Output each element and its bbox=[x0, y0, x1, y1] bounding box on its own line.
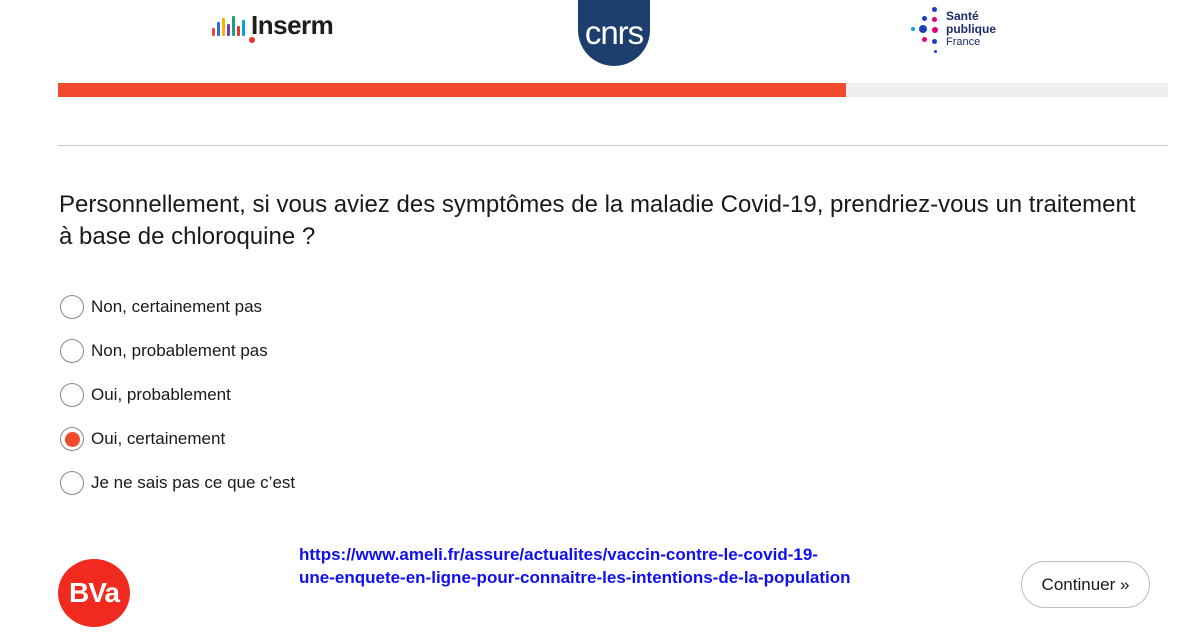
bva-logo: BVa bbox=[58, 559, 130, 627]
radio-button-selected[interactable] bbox=[60, 427, 84, 451]
cnrs-logo: cnrs bbox=[578, 0, 650, 66]
radio-button[interactable] bbox=[60, 471, 84, 495]
radio-button[interactable] bbox=[60, 295, 84, 319]
bva-logo-text: BVa bbox=[69, 577, 120, 608]
option-oui-certainement[interactable]: Oui, certainement bbox=[60, 417, 295, 461]
radio-selected-dot-icon bbox=[64, 431, 80, 447]
option-je-ne-sais-pas[interactable]: Je ne sais pas ce que c’est bbox=[60, 461, 295, 505]
answer-options: Non, certainement pas Non, probablement … bbox=[60, 285, 295, 505]
inserm-logo-text: Inserm bbox=[251, 10, 334, 40]
option-non-certainement-pas[interactable]: Non, certainement pas bbox=[60, 285, 295, 329]
continue-button[interactable]: Continuer » bbox=[1021, 561, 1150, 608]
radio-button[interactable] bbox=[60, 383, 84, 407]
survey-progress-fill bbox=[58, 83, 847, 97]
inserm-logo: Inserm bbox=[212, 10, 334, 46]
survey-progress-bar bbox=[58, 83, 1168, 97]
option-label: Oui, probablement bbox=[91, 385, 231, 404]
inserm-dot-icon bbox=[249, 37, 255, 43]
radio-button[interactable] bbox=[60, 339, 84, 363]
spf-logo-line3: France bbox=[946, 36, 981, 48]
source-link-line1: https://www.ameli.fr/assure/actualites/v… bbox=[299, 545, 818, 564]
divider bbox=[58, 145, 1168, 146]
option-label: Oui, certainement bbox=[91, 429, 226, 448]
inserm-bars-icon bbox=[212, 16, 245, 36]
option-label: Non, probablement pas bbox=[91, 341, 268, 360]
option-oui-probablement[interactable]: Oui, probablement bbox=[60, 373, 295, 417]
sante-publique-france-logo: Santé publique France bbox=[908, 4, 1018, 56]
cnrs-logo-text: cnrs bbox=[584, 14, 644, 51]
option-non-probablement-pas[interactable]: Non, probablement pas bbox=[60, 329, 295, 373]
option-label: Je ne sais pas ce que c’est bbox=[91, 473, 296, 492]
source-link[interactable]: https://www.ameli.fr/assure/actualites/v… bbox=[299, 543, 979, 589]
question-text: Personnellement, si vous aviez des sympt… bbox=[59, 191, 1136, 250]
source-link-line2: une-enquete-en-ligne-pour-connaitre-les-… bbox=[299, 568, 851, 587]
option-label: Non, certainement pas bbox=[91, 297, 263, 316]
spf-logo-line2: publique bbox=[946, 22, 996, 36]
